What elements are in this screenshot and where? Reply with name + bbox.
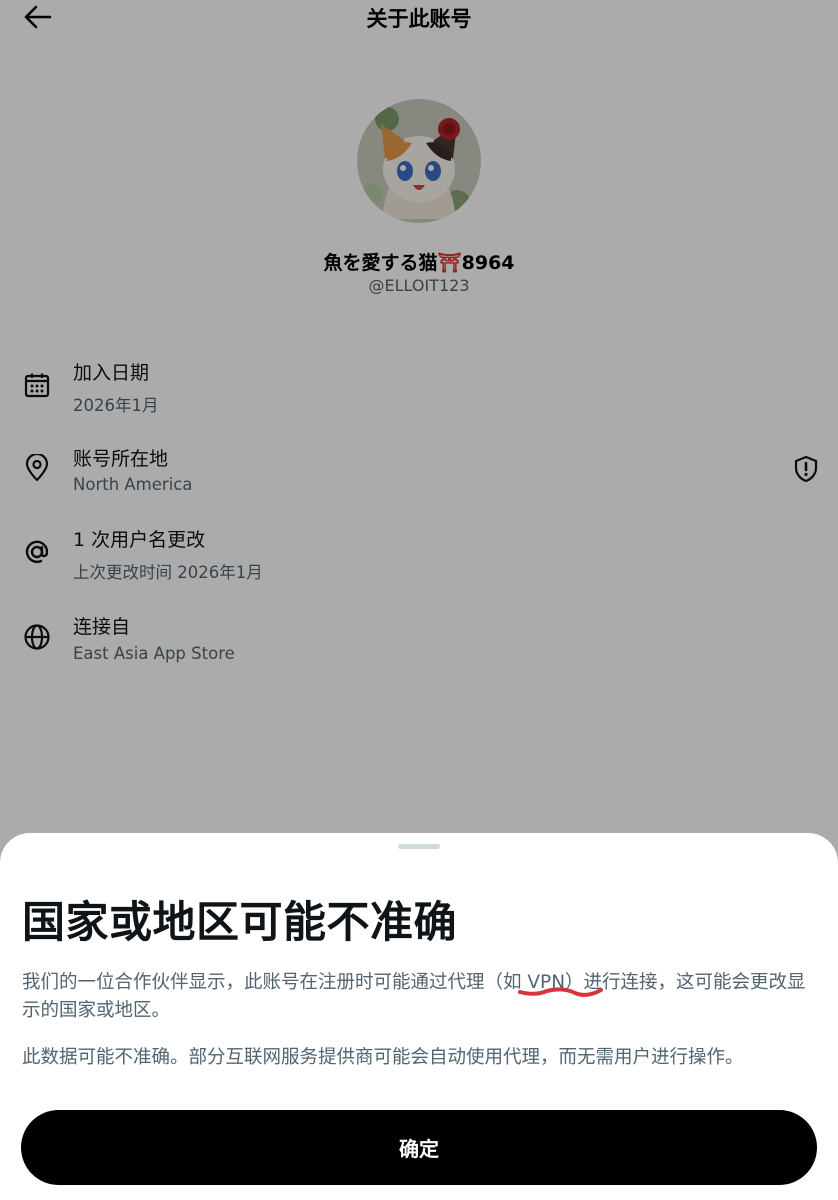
drag-handle[interactable] [398, 844, 440, 849]
sheet-paragraph-2: 此数据可能不准确。部分互联网服务提供商可能会自动使用代理，而无需用户进行操作。 [22, 1047, 744, 1068]
sheet-title: 国家或地区可能不准确 [22, 898, 457, 948]
confirm-button[interactable]: 确定 [21, 1110, 817, 1185]
bottom-sheet: 国家或地区可能不准确 我们的一位合作伙伴显示，此账号在注册时可能通过代理（如 V… [0, 833, 838, 1200]
sheet-paragraph-1: 我们的一位合作伙伴显示，此账号在注册时可能通过代理（如 VPN）进行连接，这可能… [22, 972, 806, 1021]
